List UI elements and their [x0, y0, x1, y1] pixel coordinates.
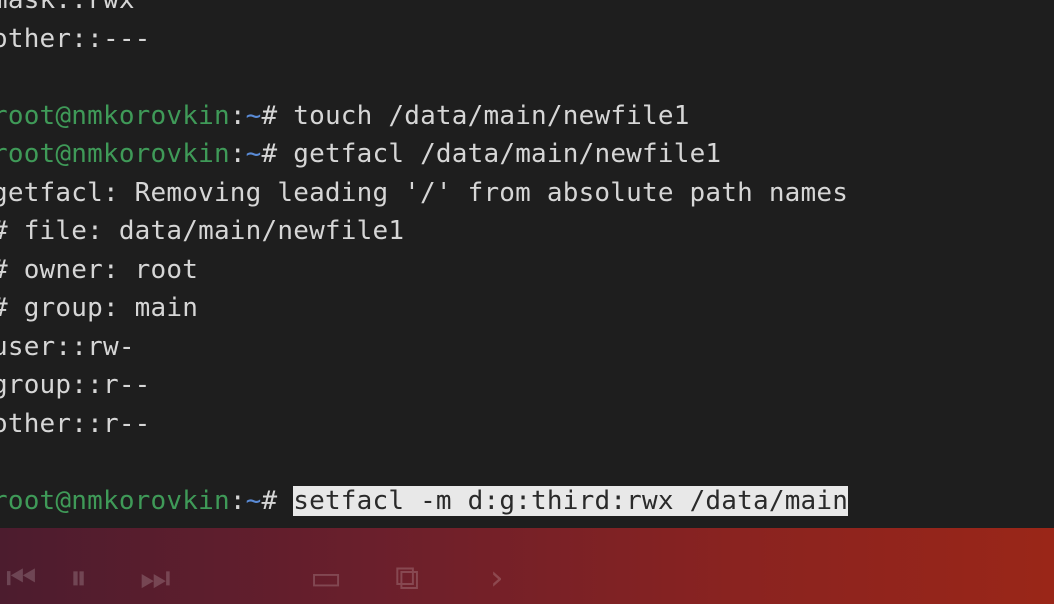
subtitles-icon[interactable]: ▭ [310, 558, 342, 598]
terminal-line-getfacl-command: root@nmkorovkin:~# getfacl /data/main/ne… [0, 135, 848, 174]
video-player-controls[interactable]: ⏮ ⏸ ⏭ ▭ ⧉ › [0, 528, 1054, 604]
terminal-line-group: # group: main [0, 293, 199, 323]
prompt-separator: : [229, 100, 246, 131]
terminal-line-getfacl-message: getfacl: Removing leading '/' from absol… [0, 177, 849, 208]
terminal-line-mask: mask::rwx [0, 0, 135, 15]
terminal-line-file: # file: data/main/newfile1 [0, 216, 405, 246]
prompt-separator: : [229, 139, 246, 169]
terminal-line-other-perm: other::r-- [0, 408, 151, 439]
prompt-symbol: # [261, 139, 294, 169]
prompt-symbol: # [261, 485, 294, 516]
skip-forward-icon[interactable]: ⏭ [140, 558, 171, 598]
prompt-symbol: # [261, 100, 294, 131]
terminal-line-setfacl-command: root@nmkorovkin:~# setfacl -m d:g:third:… [0, 482, 849, 521]
terminal-line-other: other::--- [0, 23, 151, 54]
prompt-path: ~ [245, 100, 262, 131]
command-text: getfacl /data/main/newfile1 [293, 139, 722, 169]
prompt-path: ~ [245, 139, 262, 169]
terminal-output: mask::rwx other::--- root@nmkorovkin:~# … [0, 0, 849, 521]
command-text: touch /data/main/newfile1 [293, 100, 690, 131]
prompt-user-host: root@nmkorovkin [0, 100, 230, 131]
desktop-background: ⏮ ⏸ ⏭ ▭ ⧉ › [0, 528, 1054, 604]
pause-icon[interactable]: ⏸ [70, 558, 87, 598]
prompt-user-host: root@nmkorovkin [0, 485, 230, 516]
terminal-line-user-perm: user::rw- [0, 331, 135, 362]
screen: mask::rwx other::--- root@nmkorovkin:~# … [0, 0, 1054, 604]
terminal-line-owner: # owner: root [0, 254, 199, 285]
terminal-line-group-perm: group::r-- [0, 370, 151, 400]
skip-back-icon[interactable]: ⏮ [6, 558, 37, 598]
selected-command-text[interactable]: setfacl -m d:g:third:rwx /data/main [293, 485, 849, 516]
terminal-window[interactable]: mask::rwx other::--- root@nmkorovkin:~# … [0, 0, 1054, 528]
terminal-line-touch-command: root@nmkorovkin:~# touch /data/main/newf… [0, 97, 848, 136]
screen-icon[interactable]: ⧉ [395, 558, 419, 598]
prompt-separator: : [229, 485, 246, 516]
share-icon[interactable]: › [490, 558, 504, 598]
prompt-user-host: root@nmkorovkin [0, 139, 230, 169]
prompt-path: ~ [245, 485, 262, 516]
